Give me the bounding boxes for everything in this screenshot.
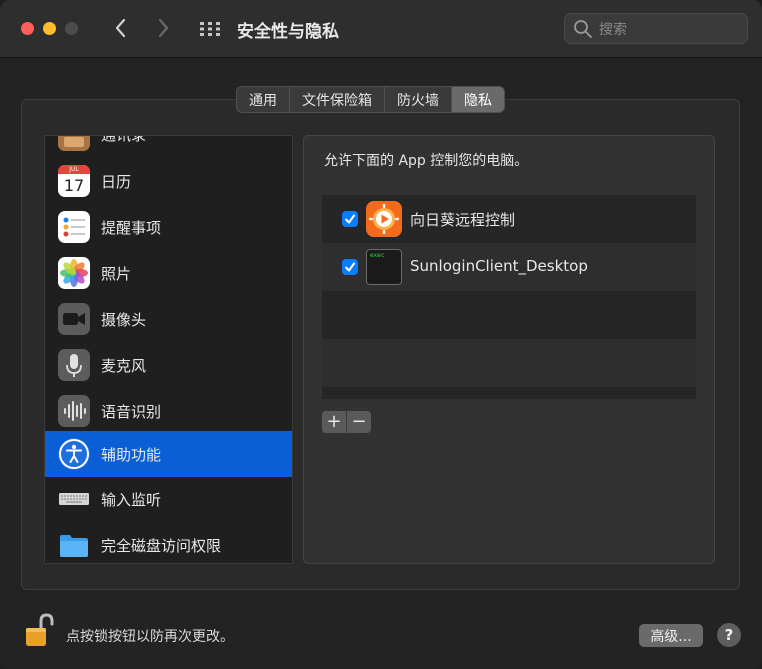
empty-row xyxy=(322,291,696,339)
title-bar: 安全性与隐私 xyxy=(0,0,762,58)
sidebar-item-label: 提醒事项 xyxy=(101,218,162,237)
empty-row xyxy=(322,339,696,387)
sidebar-item-label: 通讯录 xyxy=(101,135,147,144)
terminal-icon-text: exec xyxy=(370,252,385,259)
search-icon xyxy=(574,20,592,38)
help-button[interactable]: ? xyxy=(717,623,741,647)
zoom-window-button[interactable] xyxy=(65,22,78,35)
remove-app-button[interactable]: − xyxy=(346,411,371,433)
add-app-button[interactable]: + xyxy=(322,411,346,433)
app-row-sunlogin[interactable]: 向日葵远程控制 xyxy=(322,195,696,243)
sidebar-item-camera[interactable]: 摄像头 xyxy=(45,296,292,342)
chevron-right-icon xyxy=(158,18,169,38)
microphone-icon xyxy=(58,349,90,381)
minimize-window-button[interactable] xyxy=(43,22,56,35)
tab-filevault[interactable]: 文件保险箱 xyxy=(290,87,385,112)
accessibility-icon xyxy=(58,438,90,470)
sidebar-item-accessibility[interactable]: 辅助功能 xyxy=(45,431,292,477)
sidebar-item-label: 麦克风 xyxy=(101,356,147,375)
sidebar-item-label: 摄像头 xyxy=(101,310,147,329)
app-checkbox[interactable] xyxy=(342,259,358,275)
photos-icon xyxy=(58,257,90,289)
folder-icon xyxy=(58,529,90,561)
sidebar-item-label: 语音识别 xyxy=(101,402,162,421)
sidebar-item-reminders[interactable]: 提醒事项 xyxy=(45,204,292,250)
speech-recognition-icon xyxy=(58,395,90,427)
privacy-category-list[interactable]: 通讯录 JUL 17 日历 提醒事项 照片 摄像头 麦克风 语音识别 辅助功能 … xyxy=(44,135,293,564)
camera-icon xyxy=(58,303,90,335)
checkmark-icon xyxy=(345,214,355,224)
sidebar-item-label: 输入监听 xyxy=(101,490,162,509)
app-row-sunloginclient-desktop[interactable]: exec SunloginClient_Desktop xyxy=(322,243,696,291)
terminal-icon: exec xyxy=(366,249,402,285)
advanced-button[interactable]: 高级... xyxy=(639,624,703,647)
add-remove-control: + − xyxy=(322,411,371,433)
empty-row xyxy=(322,387,696,399)
sidebar-item-label: 日历 xyxy=(101,172,132,191)
contacts-icon xyxy=(58,136,90,151)
forward-button[interactable] xyxy=(149,14,177,42)
app-list[interactable]: 向日葵远程控制 exec SunloginClient_Desktop xyxy=(322,195,696,399)
sidebar-item-full-disk-access[interactable]: 完全磁盘访问权限 xyxy=(45,522,292,563)
sidebar-item-photos[interactable]: 照片 xyxy=(45,250,292,296)
app-name: 向日葵远程控制 xyxy=(410,211,516,229)
reminders-icon xyxy=(58,211,90,243)
sidebar-item-label: 辅助功能 xyxy=(101,445,162,464)
tab-general[interactable]: 通用 xyxy=(237,87,290,112)
search-box[interactable] xyxy=(564,13,748,44)
close-window-button[interactable] xyxy=(21,22,34,35)
sidebar-item-input-monitoring[interactable]: 输入监听 xyxy=(45,476,292,522)
sidebar-item-speech-recognition[interactable]: 语音识别 xyxy=(45,388,292,434)
back-button[interactable] xyxy=(107,14,135,42)
show-all-button[interactable] xyxy=(196,15,224,43)
sidebar-item-contacts[interactable]: 通讯录 xyxy=(45,135,292,158)
window-title: 安全性与隐私 xyxy=(237,22,339,42)
sidebar-item-label: 完全磁盘访问权限 xyxy=(101,536,222,555)
sidebar-item-calendar[interactable]: JUL 17 日历 xyxy=(45,158,292,204)
sidebar-item-microphone[interactable]: 麦克风 xyxy=(45,342,292,388)
app-name: SunloginClient_Desktop xyxy=(410,257,588,275)
chevron-left-icon xyxy=(115,18,126,38)
grid-icon xyxy=(200,22,220,36)
keyboard-icon xyxy=(58,483,90,515)
sunlogin-icon xyxy=(366,201,402,237)
sidebar-item-label: 照片 xyxy=(101,264,132,283)
preferences-window: 安全性与隐私 通用 文件保险箱 防火墙 隐私 通讯录 JUL 17 xyxy=(0,0,762,669)
search-input[interactable] xyxy=(597,18,741,42)
tab-privacy[interactable]: 隐私 xyxy=(452,87,504,112)
checkmark-icon xyxy=(345,262,355,272)
app-checkbox[interactable] xyxy=(342,211,358,227)
calendar-month: JUL xyxy=(58,165,90,174)
calendar-day: 17 xyxy=(63,176,85,195)
calendar-icon: JUL 17 xyxy=(58,165,90,197)
panel-prompt: 允许下面的 App 控制您的电脑。 xyxy=(324,153,529,169)
tab-firewall[interactable]: 防火墙 xyxy=(385,87,452,112)
unlocked-lock-icon[interactable] xyxy=(24,612,54,648)
lock-hint-text: 点按锁按钮以防再次更改。 xyxy=(66,629,234,645)
tab-bar: 通用 文件保险箱 防火墙 隐私 xyxy=(236,86,505,113)
